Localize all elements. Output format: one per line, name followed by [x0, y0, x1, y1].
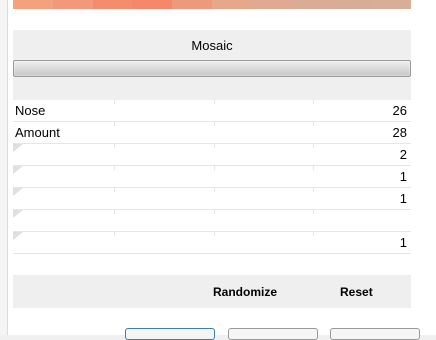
- preview-cell: [13, 0, 53, 9]
- row-divider-tick: [214, 232, 215, 236]
- right-panel-edge: [420, 0, 436, 335]
- parameter-value[interactable]: 1: [400, 169, 407, 184]
- preview-cell: [251, 0, 292, 9]
- preview-strip: [13, 0, 411, 9]
- parameter-value[interactable]: 2: [400, 147, 407, 162]
- parameter-label: Amount: [15, 125, 60, 140]
- parameter-value[interactable]: 28: [393, 125, 407, 140]
- parameter-row[interactable]: 2: [13, 144, 411, 166]
- row-divider-tick: [114, 100, 115, 104]
- preview-cell: [132, 0, 173, 9]
- parameter-row[interactable]: [13, 210, 411, 232]
- parameter-row[interactable]: 1: [13, 188, 411, 210]
- row-divider-tick: [313, 100, 314, 104]
- row-divider-tick: [114, 188, 115, 192]
- row-corner-marker: [13, 166, 23, 174]
- parameter-row[interactable]: Amount 28: [13, 122, 411, 144]
- filter-dialog: Mosaic Nose 26 Amount 28 2 1 1 1 Randomize Rese…: [0, 0, 436, 340]
- dialog-buttons: [0, 328, 436, 340]
- filter-title-bar: Mosaic: [13, 30, 411, 60]
- row-divider-tick: [114, 210, 115, 214]
- randomize-button[interactable]: Randomize: [213, 285, 277, 299]
- row-divider-tick: [114, 232, 115, 236]
- cancel-button[interactable]: [228, 328, 318, 340]
- ok-button[interactable]: [125, 328, 215, 340]
- row-divider-tick: [214, 144, 215, 148]
- preview-cell: [291, 0, 332, 9]
- preview-cell: [52, 0, 93, 9]
- parameter-label: Nose: [15, 103, 46, 118]
- parameter-value[interactable]: 1: [400, 235, 407, 250]
- row-corner-marker: [13, 210, 23, 218]
- left-panel-edge: [0, 0, 8, 335]
- row-divider-tick: [313, 188, 314, 192]
- row-divider-tick: [114, 122, 115, 126]
- row-corner-marker: [13, 188, 23, 196]
- parameter-value[interactable]: 1: [400, 191, 407, 206]
- preview-cell: [371, 0, 411, 9]
- row-divider-tick: [313, 210, 314, 214]
- filter-panel: Mosaic Nose 26 Amount 28 2 1 1 1 Randomize Rese…: [13, 30, 411, 310]
- parameter-value[interactable]: 26: [393, 103, 407, 118]
- row-divider-tick: [313, 122, 314, 126]
- preview-cell: [172, 0, 212, 9]
- row-divider-tick: [214, 122, 215, 126]
- parameter-row[interactable]: Nose 26: [13, 100, 411, 122]
- parameter-row[interactable]: 1: [13, 232, 411, 254]
- row-corner-marker: [13, 232, 23, 240]
- filter-title: Mosaic: [191, 37, 233, 53]
- help-button[interactable]: [330, 328, 420, 340]
- filter-slider[interactable]: [13, 60, 411, 77]
- row-divider-tick: [214, 188, 215, 192]
- preview-cell: [211, 0, 252, 9]
- preview-cell: [331, 0, 372, 9]
- row-divider-tick: [313, 166, 314, 170]
- row-divider-tick: [313, 232, 314, 236]
- row-divider-tick: [313, 144, 314, 148]
- row-divider-tick: [214, 210, 215, 214]
- row-divider-tick: [214, 100, 215, 104]
- reset-button[interactable]: Reset: [340, 285, 373, 299]
- row-divider-tick: [214, 166, 215, 170]
- preview-cell: [92, 0, 133, 9]
- slider-fill: [15, 62, 409, 75]
- row-divider-tick: [114, 166, 115, 170]
- parameter-row[interactable]: 1: [13, 166, 411, 188]
- parameter-list: Nose 26 Amount 28 2 1 1 1: [13, 100, 411, 254]
- panel-spacer: [13, 77, 411, 100]
- action-bar: Randomize Reset: [13, 275, 411, 308]
- row-divider-tick: [114, 144, 115, 148]
- row-corner-marker: [13, 144, 23, 152]
